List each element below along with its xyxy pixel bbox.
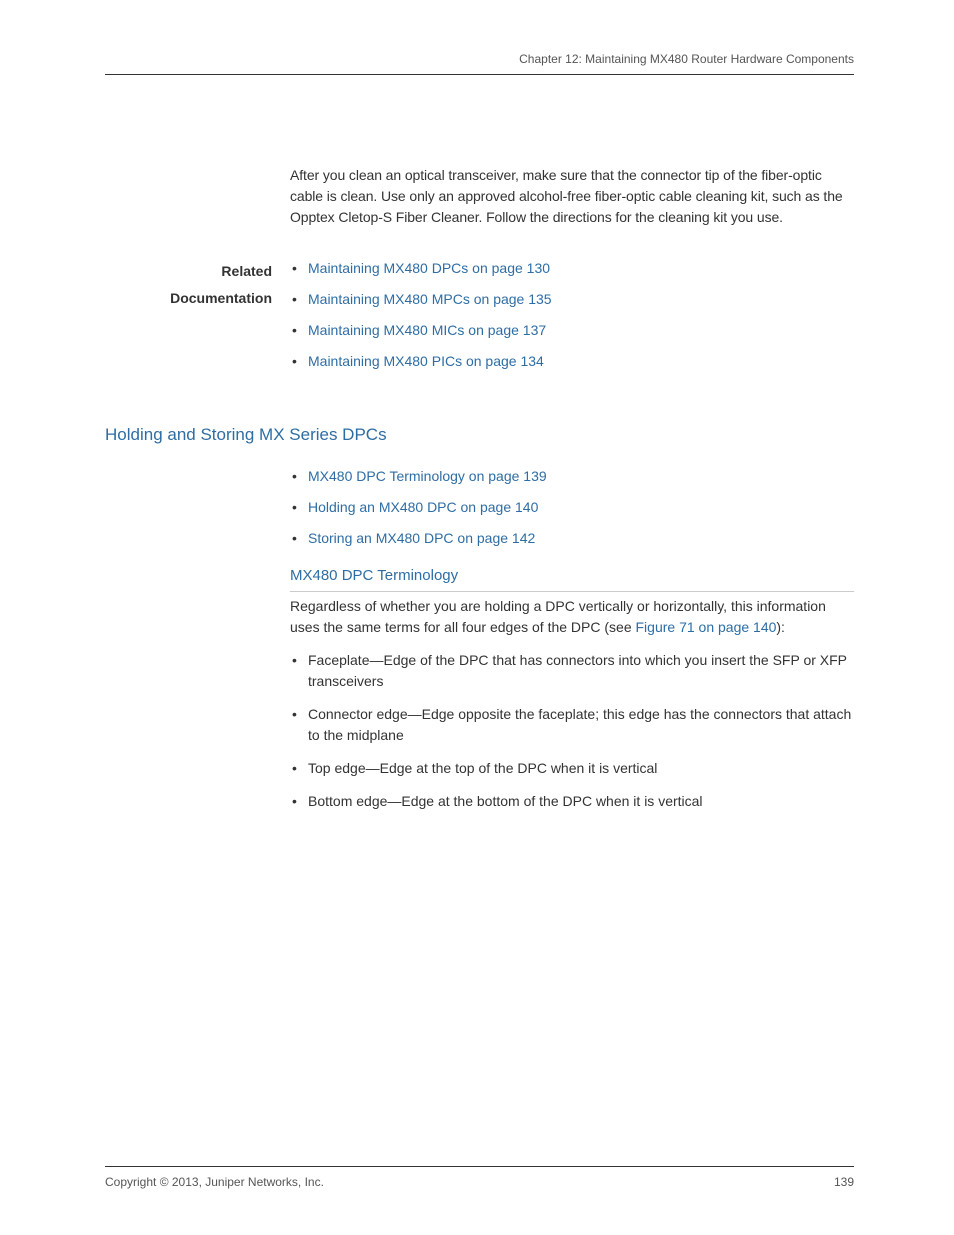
related-link[interactable]: Maintaining MX480 DPCs on page 130	[308, 260, 550, 276]
page-header: Chapter 12: Maintaining MX480 Router Har…	[105, 50, 854, 75]
copyright-text: Copyright © 2013, Juniper Networks, Inc.	[105, 1173, 324, 1191]
section-heading: Holding and Storing MX Series DPCs	[105, 422, 854, 448]
body-paragraph: After you clean an optical transceiver, …	[290, 165, 854, 228]
list-item: Bottom edge—Edge at the bottom of the DP…	[290, 791, 854, 812]
figure-link[interactable]: Figure 71 on page 140	[636, 619, 777, 635]
related-label-line1: Related	[221, 263, 272, 279]
related-doc-label: Related Documentation	[105, 258, 290, 311]
related-doc-items: Maintaining MX480 DPCs on page 130 Maint…	[290, 258, 854, 382]
list-item: Connector edge—Edge opposite the facepla…	[290, 704, 854, 746]
intro-link[interactable]: MX480 DPC Terminology on page 139	[308, 468, 547, 484]
related-link[interactable]: Maintaining MX480 MPCs on page 135	[308, 291, 552, 307]
related-link[interactable]: Maintaining MX480 MICs on page 137	[308, 322, 546, 338]
intro-link-list: MX480 DPC Terminology on page 139 Holdin…	[290, 466, 854, 549]
intro-link[interactable]: Storing an MX480 DPC on page 142	[308, 530, 535, 546]
document-page: Chapter 12: Maintaining MX480 Router Har…	[0, 0, 954, 1235]
chapter-title: Chapter 12: Maintaining MX480 Router Har…	[519, 52, 854, 66]
para-text-post: ):	[776, 619, 785, 635]
list-item: Holding an MX480 DPC on page 140	[290, 497, 854, 518]
page-footer: Copyright © 2013, Juniper Networks, Inc.…	[105, 1166, 854, 1191]
page-number: 139	[834, 1173, 854, 1191]
list-item: Maintaining MX480 MPCs on page 135	[290, 289, 854, 310]
list-item: Maintaining MX480 MICs on page 137	[290, 320, 854, 341]
list-item: Maintaining MX480 PICs on page 134	[290, 351, 854, 372]
list-item: Faceplate—Edge of the DPC that has conne…	[290, 650, 854, 692]
subsection-heading: MX480 DPC Terminology	[290, 565, 854, 593]
related-label-line2: Documentation	[170, 290, 272, 306]
list-item: Storing an MX480 DPC on page 142	[290, 528, 854, 549]
related-documentation-block: Related Documentation Maintaining MX480 …	[105, 258, 854, 382]
subsection-paragraph: Regardless of whether you are holding a …	[290, 596, 854, 638]
terminology-list: Faceplate—Edge of the DPC that has conne…	[290, 650, 854, 812]
intro-link[interactable]: Holding an MX480 DPC on page 140	[308, 499, 538, 515]
list-item: MX480 DPC Terminology on page 139	[290, 466, 854, 487]
list-item: Maintaining MX480 DPCs on page 130	[290, 258, 854, 279]
subsection-content: MX480 DPC Terminology on page 139 Holdin…	[290, 466, 854, 813]
list-item: Top edge—Edge at the top of the DPC when…	[290, 758, 854, 779]
related-link[interactable]: Maintaining MX480 PICs on page 134	[308, 353, 544, 369]
